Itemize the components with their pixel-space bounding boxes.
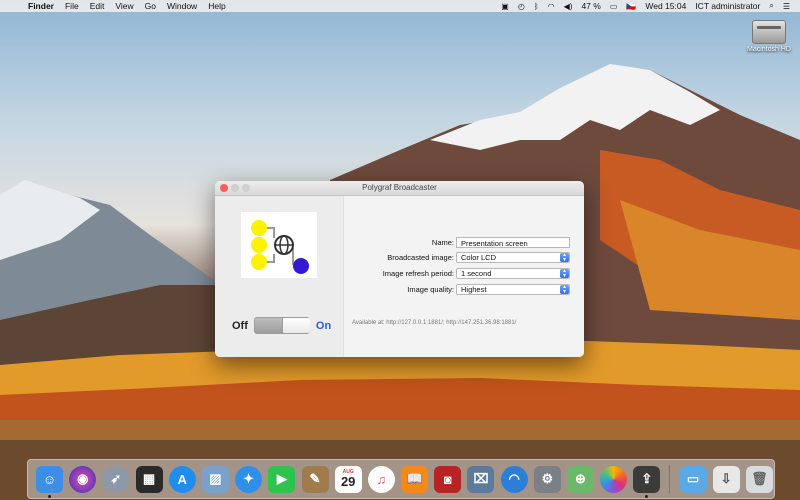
image-quality-value: Highest bbox=[461, 285, 487, 294]
dock-trash-icon[interactable]: 🗑 bbox=[745, 465, 773, 493]
menu-window[interactable]: Window bbox=[167, 1, 197, 11]
clock[interactable]: Wed 15:04 bbox=[645, 1, 686, 11]
polygraf-logo bbox=[241, 212, 317, 278]
battery-percentage[interactable]: 47 % bbox=[581, 1, 600, 11]
close-button[interactable] bbox=[220, 184, 228, 192]
dock-launchpad-icon[interactable]: ➶ bbox=[102, 465, 130, 493]
on-label: On bbox=[315, 319, 332, 332]
dock-folder-icon[interactable]: ▭ bbox=[679, 465, 707, 493]
dock-network-utility-icon[interactable]: ◠ bbox=[500, 465, 528, 493]
app-menu-finder[interactable]: Finder bbox=[28, 1, 54, 11]
off-label: Off bbox=[232, 319, 248, 332]
status-area: ▣ ◴ ᛒ ◠ ◀) 47 % ▭ 🇨🇿 Wed 15:04 ICT admin… bbox=[501, 1, 790, 11]
disk-label: Macintosh HD bbox=[747, 46, 791, 53]
dock-calendar-icon[interactable]: AUG 29 bbox=[334, 465, 362, 493]
battery-icon[interactable]: ▭ bbox=[610, 2, 618, 11]
chevron-updown-icon: ▲ ▼ bbox=[560, 269, 569, 278]
left-pane: Off On bbox=[215, 196, 343, 357]
dock-photos-icon[interactable] bbox=[600, 465, 628, 493]
available-urls-text[interactable]: Available at: http://127.0.0.1:1881/; ht… bbox=[352, 320, 516, 326]
broadcast-switch[interactable] bbox=[253, 317, 310, 334]
image-row: Broadcasted image: Color LCD ▲ ▼ bbox=[344, 252, 584, 265]
window-title: Polygraf Broadcaster bbox=[362, 183, 437, 192]
image-quality-select[interactable]: Highest ▲ ▼ bbox=[456, 284, 570, 295]
dock-photo-booth-icon[interactable]: ◙ bbox=[434, 465, 462, 493]
calendar-day: 29 bbox=[340, 474, 356, 489]
macintosh-hd-icon[interactable]: Macintosh HD bbox=[745, 20, 793, 53]
menu-help[interactable]: Help bbox=[208, 1, 225, 11]
dock-polygraf-broadcaster-icon[interactable]: ⇪ bbox=[633, 465, 661, 498]
dock: ☺ ◉ ➶ ▦ A ▨ ✦ ▶ ✎ AUG 29 ♫ 📖 ◙ ⌧ ◠ ⚙ ⊕ ⇪… bbox=[27, 459, 775, 499]
dock-image-capture-icon[interactable]: ⌧ bbox=[467, 465, 495, 493]
zoom-button[interactable] bbox=[242, 184, 250, 192]
volume-icon[interactable]: ◀) bbox=[564, 2, 573, 11]
quality-row: Image quality: Highest ▲ ▼ bbox=[344, 284, 584, 297]
dock-notes-icon[interactable]: ✎ bbox=[301, 465, 329, 493]
dock-downloads-icon[interactable]: ⇩ bbox=[712, 465, 740, 493]
hard-drive-icon bbox=[752, 20, 786, 44]
refresh-row: Image refresh period: 1 second ▲ ▼ bbox=[344, 268, 584, 281]
dock-facetime-icon[interactable]: ▶ bbox=[268, 465, 296, 493]
broadcasted-image-label: Broadcasted image: bbox=[387, 253, 454, 262]
dock-system-preferences-icon[interactable]: ⚙ bbox=[533, 465, 561, 493]
name-field[interactable]: Presentation screen bbox=[456, 237, 570, 248]
refresh-period-label: Image refresh period: bbox=[382, 269, 454, 278]
window-titlebar[interactable]: Polygraf Broadcaster bbox=[215, 181, 584, 196]
menu-bar: Finder File Edit View Go Window Help ▣ ◴… bbox=[0, 0, 800, 12]
dock-separator bbox=[669, 465, 671, 493]
menu-edit[interactable]: Edit bbox=[90, 1, 105, 11]
dock-preview-icon[interactable]: ▨ bbox=[201, 465, 229, 493]
minimize-button[interactable] bbox=[231, 184, 239, 192]
chevron-updown-icon: ▲ ▼ bbox=[560, 253, 569, 262]
dock-app-store-icon[interactable]: A bbox=[168, 465, 196, 493]
name-row: Name: Presentation screen bbox=[344, 237, 584, 250]
chevron-updown-icon: ▲ ▼ bbox=[560, 285, 569, 294]
running-indicator bbox=[48, 494, 51, 498]
keyboard-layout-icon[interactable]: 🇨🇿 bbox=[626, 2, 636, 11]
broadcasted-image-value: Color LCD bbox=[461, 253, 497, 262]
dock-safari-icon[interactable]: ✦ bbox=[235, 465, 263, 493]
broadcast-toggle-row: Off On bbox=[232, 317, 331, 334]
dropbox-icon[interactable]: ▣ bbox=[501, 2, 509, 11]
polygraf-broadcaster-window: Polygraf Broadcaster Off On Name: Presen… bbox=[215, 181, 584, 357]
running-indicator bbox=[645, 494, 649, 498]
refresh-period-value: 1 second bbox=[461, 269, 492, 278]
broadcast-logo-icon bbox=[251, 220, 309, 274]
image-quality-label: Image quality: bbox=[407, 285, 454, 294]
menu-go[interactable]: Go bbox=[145, 1, 156, 11]
wifi-icon[interactable]: ◠ bbox=[548, 2, 555, 11]
time-machine-icon[interactable]: ◴ bbox=[518, 2, 525, 11]
dock-mission-control-icon[interactable]: ▦ bbox=[135, 465, 163, 493]
menu-view[interactable]: View bbox=[115, 1, 133, 11]
name-label: Name: bbox=[431, 238, 454, 247]
refresh-period-select[interactable]: 1 second ▲ ▼ bbox=[456, 268, 570, 279]
user-menu[interactable]: ICT administrator bbox=[695, 1, 760, 11]
switch-knob[interactable] bbox=[281, 318, 310, 333]
settings-pane: Name: Presentation screen Broadcasted im… bbox=[343, 196, 584, 357]
dock-maps-icon[interactable]: ⊕ bbox=[567, 465, 594, 493]
broadcasted-image-select[interactable]: Color LCD ▲ ▼ bbox=[456, 252, 570, 263]
dock-ibooks-icon[interactable]: 📖 bbox=[401, 465, 429, 493]
dock-itunes-icon[interactable]: ♫ bbox=[367, 465, 395, 493]
dock-finder-icon[interactable]: ☺ bbox=[36, 465, 63, 498]
search-icon[interactable]: ⌕ bbox=[769, 1, 773, 11]
menu-file[interactable]: File bbox=[65, 1, 79, 11]
dock-siri-icon[interactable]: ◉ bbox=[69, 465, 97, 493]
bluetooth-icon[interactable]: ᛒ bbox=[534, 2, 539, 11]
list-icon[interactable]: ☰ bbox=[783, 2, 790, 11]
